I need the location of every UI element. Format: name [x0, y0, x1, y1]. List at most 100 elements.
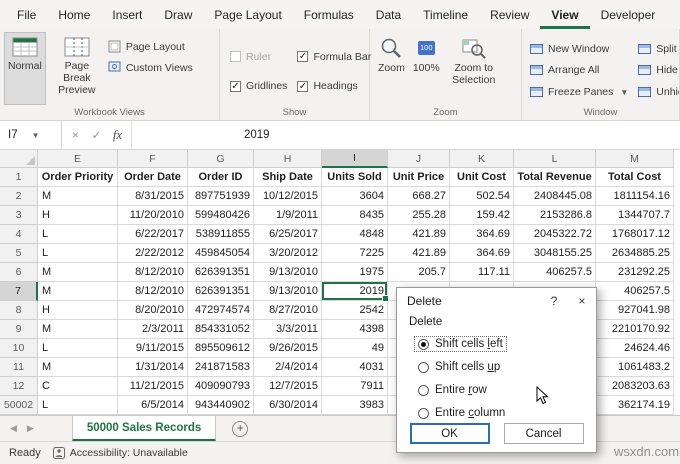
column-header-G[interactable]: G: [188, 150, 254, 168]
name-box[interactable]: I7 ▼: [0, 121, 62, 149]
cell-H4[interactable]: 6/25/2017: [254, 225, 322, 244]
row-header-10[interactable]: 10: [0, 339, 38, 358]
cell-I11[interactable]: 4031: [322, 358, 388, 377]
row-header-50002[interactable]: 50002: [0, 396, 38, 415]
cell-E11[interactable]: M: [38, 358, 118, 377]
checkbox-formula-bar[interactable]: ✓ Formula Bar: [297, 51, 371, 63]
cell-J2[interactable]: 668.27: [388, 187, 450, 206]
radio-shift-cells-left[interactable]: Shift cells left: [414, 336, 507, 352]
cell-H50002[interactable]: 6/30/2014: [254, 396, 322, 415]
cell-M5[interactable]: 2634885.25: [596, 244, 674, 263]
cell-M10[interactable]: 24624.46: [596, 339, 674, 358]
accessibility-status[interactable]: Accessibility: Unavailable: [52, 447, 188, 459]
tab-timeline[interactable]: Timeline: [412, 0, 479, 29]
cell-I2[interactable]: 3604: [322, 187, 388, 206]
cell-F5[interactable]: 2/22/2012: [118, 244, 188, 263]
cell-K5[interactable]: 364.69: [450, 244, 514, 263]
cell-G50002[interactable]: 943440902: [188, 396, 254, 415]
cell-F3[interactable]: 11/20/2010: [118, 206, 188, 225]
cell-M7[interactable]: 406257.5: [596, 282, 674, 301]
cell-K2[interactable]: 502.54: [450, 187, 514, 206]
dialog-close-icon[interactable]: ×: [568, 288, 596, 314]
normal-view-button[interactable]: Normal: [4, 32, 46, 105]
cell-L6[interactable]: 406257.5: [514, 263, 596, 282]
zoom-to-selection-button[interactable]: Zoom to Selection: [444, 32, 504, 105]
cell-E12[interactable]: C: [38, 377, 118, 396]
arrange-all-button[interactable]: Arrange All: [530, 64, 628, 76]
cell-H1[interactable]: Ship Date: [254, 168, 322, 187]
cell-H6[interactable]: 9/13/2010: [254, 263, 322, 282]
cell-H3[interactable]: 1/9/2011: [254, 206, 322, 225]
row-header-12[interactable]: 12: [0, 377, 38, 396]
cell-J6[interactable]: 205.7: [388, 263, 450, 282]
cell-E5[interactable]: L: [38, 244, 118, 263]
cell-E9[interactable]: M: [38, 320, 118, 339]
cell-I9[interactable]: 4398: [322, 320, 388, 339]
cell-E10[interactable]: L: [38, 339, 118, 358]
cell-L5[interactable]: 3048155.25: [514, 244, 596, 263]
cell-H7[interactable]: 9/13/2010: [254, 282, 322, 301]
cell-M2[interactable]: 1811154.16: [596, 187, 674, 206]
cell-I1[interactable]: Units Sold: [322, 168, 388, 187]
new-window-button[interactable]: New Window: [530, 43, 628, 55]
cell-L2[interactable]: 2408445.08: [514, 187, 596, 206]
freeze-panes-button[interactable]: Freeze Panes ▼: [530, 86, 628, 98]
tab-page-layout[interactable]: Page Layout: [203, 0, 292, 29]
cell-I8[interactable]: 2542: [322, 301, 388, 320]
cell-F12[interactable]: 11/21/2015: [118, 377, 188, 396]
cell-E50002[interactable]: L: [38, 396, 118, 415]
cell-K6[interactable]: 117.11: [450, 263, 514, 282]
cell-F2[interactable]: 8/31/2015: [118, 187, 188, 206]
checkbox-gridlines[interactable]: ✓ Gridlines: [230, 80, 287, 92]
column-header-M[interactable]: M: [596, 150, 674, 168]
dialog-cancel-button[interactable]: Cancel: [503, 423, 584, 444]
row-header-2[interactable]: 2: [0, 187, 38, 206]
column-header-L[interactable]: L: [514, 150, 596, 168]
column-header-K[interactable]: K: [450, 150, 514, 168]
cell-G9[interactable]: 854331052: [188, 320, 254, 339]
column-header-H[interactable]: H: [254, 150, 322, 168]
page-layout-button[interactable]: Page Layout: [108, 40, 193, 53]
split-button[interactable]: Split: [638, 43, 679, 55]
cell-G10[interactable]: 895509612: [188, 339, 254, 358]
cell-F50002[interactable]: 6/5/2014: [118, 396, 188, 415]
tab-draw[interactable]: Draw: [153, 0, 203, 29]
select-all-button[interactable]: [0, 150, 38, 168]
tab-view[interactable]: View: [540, 0, 589, 29]
row-header-4[interactable]: 4: [0, 225, 38, 244]
cell-G7[interactable]: 626391351: [188, 282, 254, 301]
cell-H2[interactable]: 10/12/2015: [254, 187, 322, 206]
add-sheet-button[interactable]: +: [232, 420, 249, 437]
sheet-tab-50000-sales-records[interactable]: 50000 Sales Records: [71, 416, 217, 441]
cell-F4[interactable]: 6/22/2017: [118, 225, 188, 244]
checkbox-headings[interactable]: ✓ Headings: [297, 80, 371, 92]
custom-views-button[interactable]: Custom Views: [108, 61, 193, 74]
unhide-button[interactable]: Unhide: [638, 86, 679, 98]
cell-G5[interactable]: 459845054: [188, 244, 254, 263]
cell-G6[interactable]: 626391351: [188, 263, 254, 282]
row-header-8[interactable]: 8: [0, 301, 38, 320]
cell-F7[interactable]: 8/12/2010: [118, 282, 188, 301]
cell-I4[interactable]: 4848: [322, 225, 388, 244]
zoom-100-button[interactable]: 100 100%: [409, 32, 444, 105]
cell-K4[interactable]: 364.69: [450, 225, 514, 244]
radio-shift-cells-up[interactable]: Shift cells up: [414, 359, 504, 375]
tab-home[interactable]: Home: [47, 0, 101, 29]
cell-M8[interactable]: 927041.98: [596, 301, 674, 320]
cell-L1[interactable]: Total Revenue: [514, 168, 596, 187]
cell-G4[interactable]: 538911855: [188, 225, 254, 244]
cell-L4[interactable]: 2045322.72: [514, 225, 596, 244]
cell-M6[interactable]: 231292.25: [596, 263, 674, 282]
cell-M1[interactable]: Total Cost: [596, 168, 674, 187]
cell-G2[interactable]: 897751939: [188, 187, 254, 206]
checkbox-ruler[interactable]: Ruler: [230, 51, 287, 63]
tab-scroll-left-icon[interactable]: ◀: [10, 423, 17, 434]
row-header-7[interactable]: 7: [0, 282, 38, 301]
tab-data[interactable]: Data: [365, 0, 412, 29]
column-header-I[interactable]: I: [322, 150, 388, 168]
column-header-F[interactable]: F: [118, 150, 188, 168]
tab-insert[interactable]: Insert: [101, 0, 153, 29]
cell-M9[interactable]: 2210170.92: [596, 320, 674, 339]
cell-M12[interactable]: 2083203.63: [596, 377, 674, 396]
tab-review[interactable]: Review: [479, 0, 540, 29]
